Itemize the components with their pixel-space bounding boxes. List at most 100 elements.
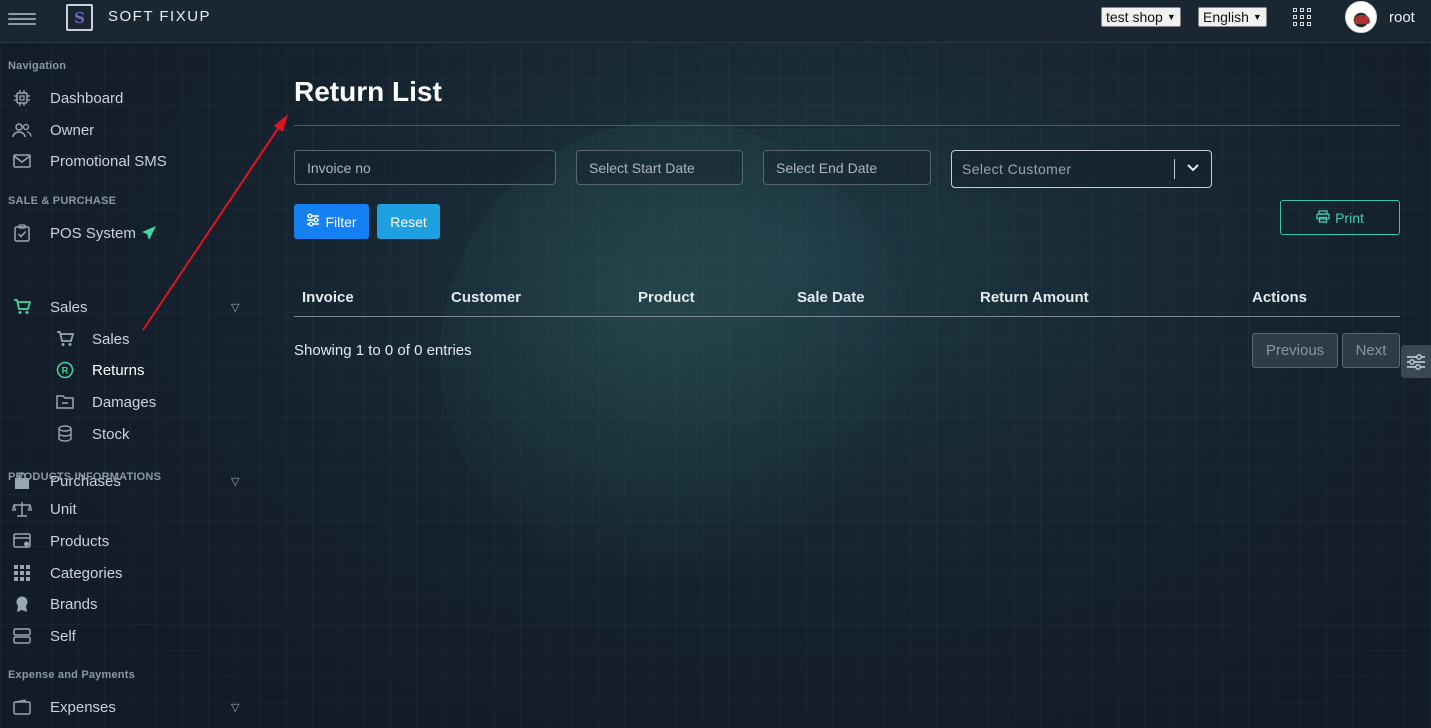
sidebar: Navigation Dashboard Owner Promotional S… [0,43,258,728]
logo-letter: S [74,8,85,27]
sidebar-item-label: Unit [50,500,77,518]
database-icon [55,424,75,444]
svg-text:R: R [62,366,69,376]
column-header-customer[interactable]: Customer [451,289,521,306]
sidebar-subitem-sales[interactable]: Sales [0,326,258,352]
column-header-sale-date[interactable]: Sale Date [797,289,865,306]
sidebar-item-promotional-sms[interactable]: Promotional SMS [0,148,258,174]
chevron-down-icon: ▽ [231,475,240,488]
section-sale-purchase: SALE & PURCHASE [8,195,117,207]
sidebar-item-pos-system[interactable]: POS System [0,220,258,246]
brand-name[interactable]: SOFT FIXUP [108,8,211,25]
settings-sliders-icon[interactable] [1401,345,1431,378]
language-select[interactable]: English ▼ [1198,7,1267,27]
section-expense-payments: Expense and Payments [8,669,135,681]
sidebar-item-dashboard[interactable]: Dashboard [0,85,258,111]
sidebar-item-label: Owner [50,121,95,139]
print-button[interactable]: Print [1280,200,1400,235]
title-divider [294,125,1400,126]
print-button-label: Print [1335,209,1364,226]
shop-select-value: test shop [1106,9,1163,25]
sidebar-item-label: Categories [50,564,123,582]
column-header-product[interactable]: Product [638,289,695,306]
chevron-down-icon [1186,160,1200,179]
sidebar-subitem-damages[interactable]: Damages [0,389,258,415]
printer-icon [1316,209,1330,226]
cart-icon [55,329,75,349]
start-date-field[interactable] [589,159,730,176]
top-navbar: S SOFT FIXUP test shop ▼ English ▼ root [0,0,1431,43]
background-globe [440,120,910,590]
chevron-down-icon: ▼ [1252,12,1262,22]
chevron-down-icon: ▽ [231,701,240,714]
column-header-actions: Actions [1252,289,1308,306]
sidebar-item-label: Stock [92,425,130,443]
award-icon [12,594,32,614]
server-icon [12,626,32,646]
next-page-button[interactable]: Next [1342,333,1400,368]
sidebar-item-label: Sales [50,298,88,316]
wallet-icon [12,697,32,717]
hamburger-menu-icon[interactable] [8,10,36,28]
column-header-return-amount[interactable]: Return Amount [980,289,1089,306]
sidebar-item-owner[interactable]: Owner [0,117,258,143]
shop-select[interactable]: test shop ▼ [1101,7,1181,27]
customer-select[interactable]: Select Customer [951,150,1212,188]
sidebar-item-label: Expenses [50,698,116,716]
scale-icon [12,499,32,519]
envelope-icon [12,151,32,171]
user-name[interactable]: root [1389,9,1415,26]
paper-plane-icon [141,225,157,246]
filter-button[interactable]: Filter [294,204,369,239]
apps-grid-icon[interactable] [1293,8,1311,26]
sidebar-item-sales[interactable]: Sales ▽ [0,294,258,320]
sidebar-item-label: Promotional SMS [50,152,167,170]
sidebar-item-label: Dashboard [50,89,124,107]
sliders-icon [306,213,320,230]
chip-icon [12,88,32,108]
sidebar-item-label: Self [50,627,76,645]
column-header-invoice[interactable]: Invoice [302,289,354,306]
sidebar-item-label: Returns [92,361,145,379]
invoice-input-field[interactable] [307,159,543,176]
section-products-info: PRODUCTS INFORMATIONS [8,471,162,483]
sidebar-item-brands[interactable]: Brands [0,591,258,617]
sidebar-item-self[interactable]: Self [0,623,258,649]
table-header-divider [294,316,1400,317]
cart-icon [12,297,32,317]
page-title: Return List [294,76,442,107]
invoice-input[interactable] [294,150,556,185]
chevron-down-icon: ▽ [231,301,240,314]
return-circle-icon: R [55,360,75,380]
table-info: Showing 1 to 0 of 0 entries [294,342,472,359]
app-logo[interactable]: S [66,4,93,31]
sidebar-subitem-stock[interactable]: Stock [0,421,258,447]
end-date-field[interactable] [776,159,918,176]
language-select-value: English [1203,9,1249,25]
previous-page-button[interactable]: Previous [1252,333,1338,368]
grid-icon [12,563,32,583]
sidebar-item-label: Damages [92,393,157,411]
reset-button-label: Reset [390,213,427,230]
start-date-input[interactable] [576,150,743,185]
end-date-input[interactable] [763,150,931,185]
section-navigation: Navigation [8,60,67,72]
sidebar-item-label: Products [50,532,110,550]
users-icon [12,120,32,140]
customer-select-placeholder: Select Customer [962,161,1072,177]
filter-button-label: Filter [325,213,357,230]
sidebar-item-label: Brands [50,595,98,613]
sidebar-item-categories[interactable]: Categories [0,560,258,586]
folder-minus-icon [55,392,75,412]
sidebar-item-unit[interactable]: Unit [0,496,258,522]
user-avatar[interactable] [1345,1,1377,33]
select-separator [1174,159,1175,179]
reset-button[interactable]: Reset [377,204,440,239]
sidebar-subitem-returns[interactable]: R Returns [0,357,258,383]
sidebar-item-expenses[interactable]: Expenses ▽ [0,694,258,720]
sidebar-item-products[interactable]: Products [0,528,258,554]
chevron-down-icon: ▼ [1166,12,1176,22]
product-box-icon [12,531,32,551]
clipboard-check-icon [12,223,32,243]
sidebar-item-label: Sales [92,330,130,348]
